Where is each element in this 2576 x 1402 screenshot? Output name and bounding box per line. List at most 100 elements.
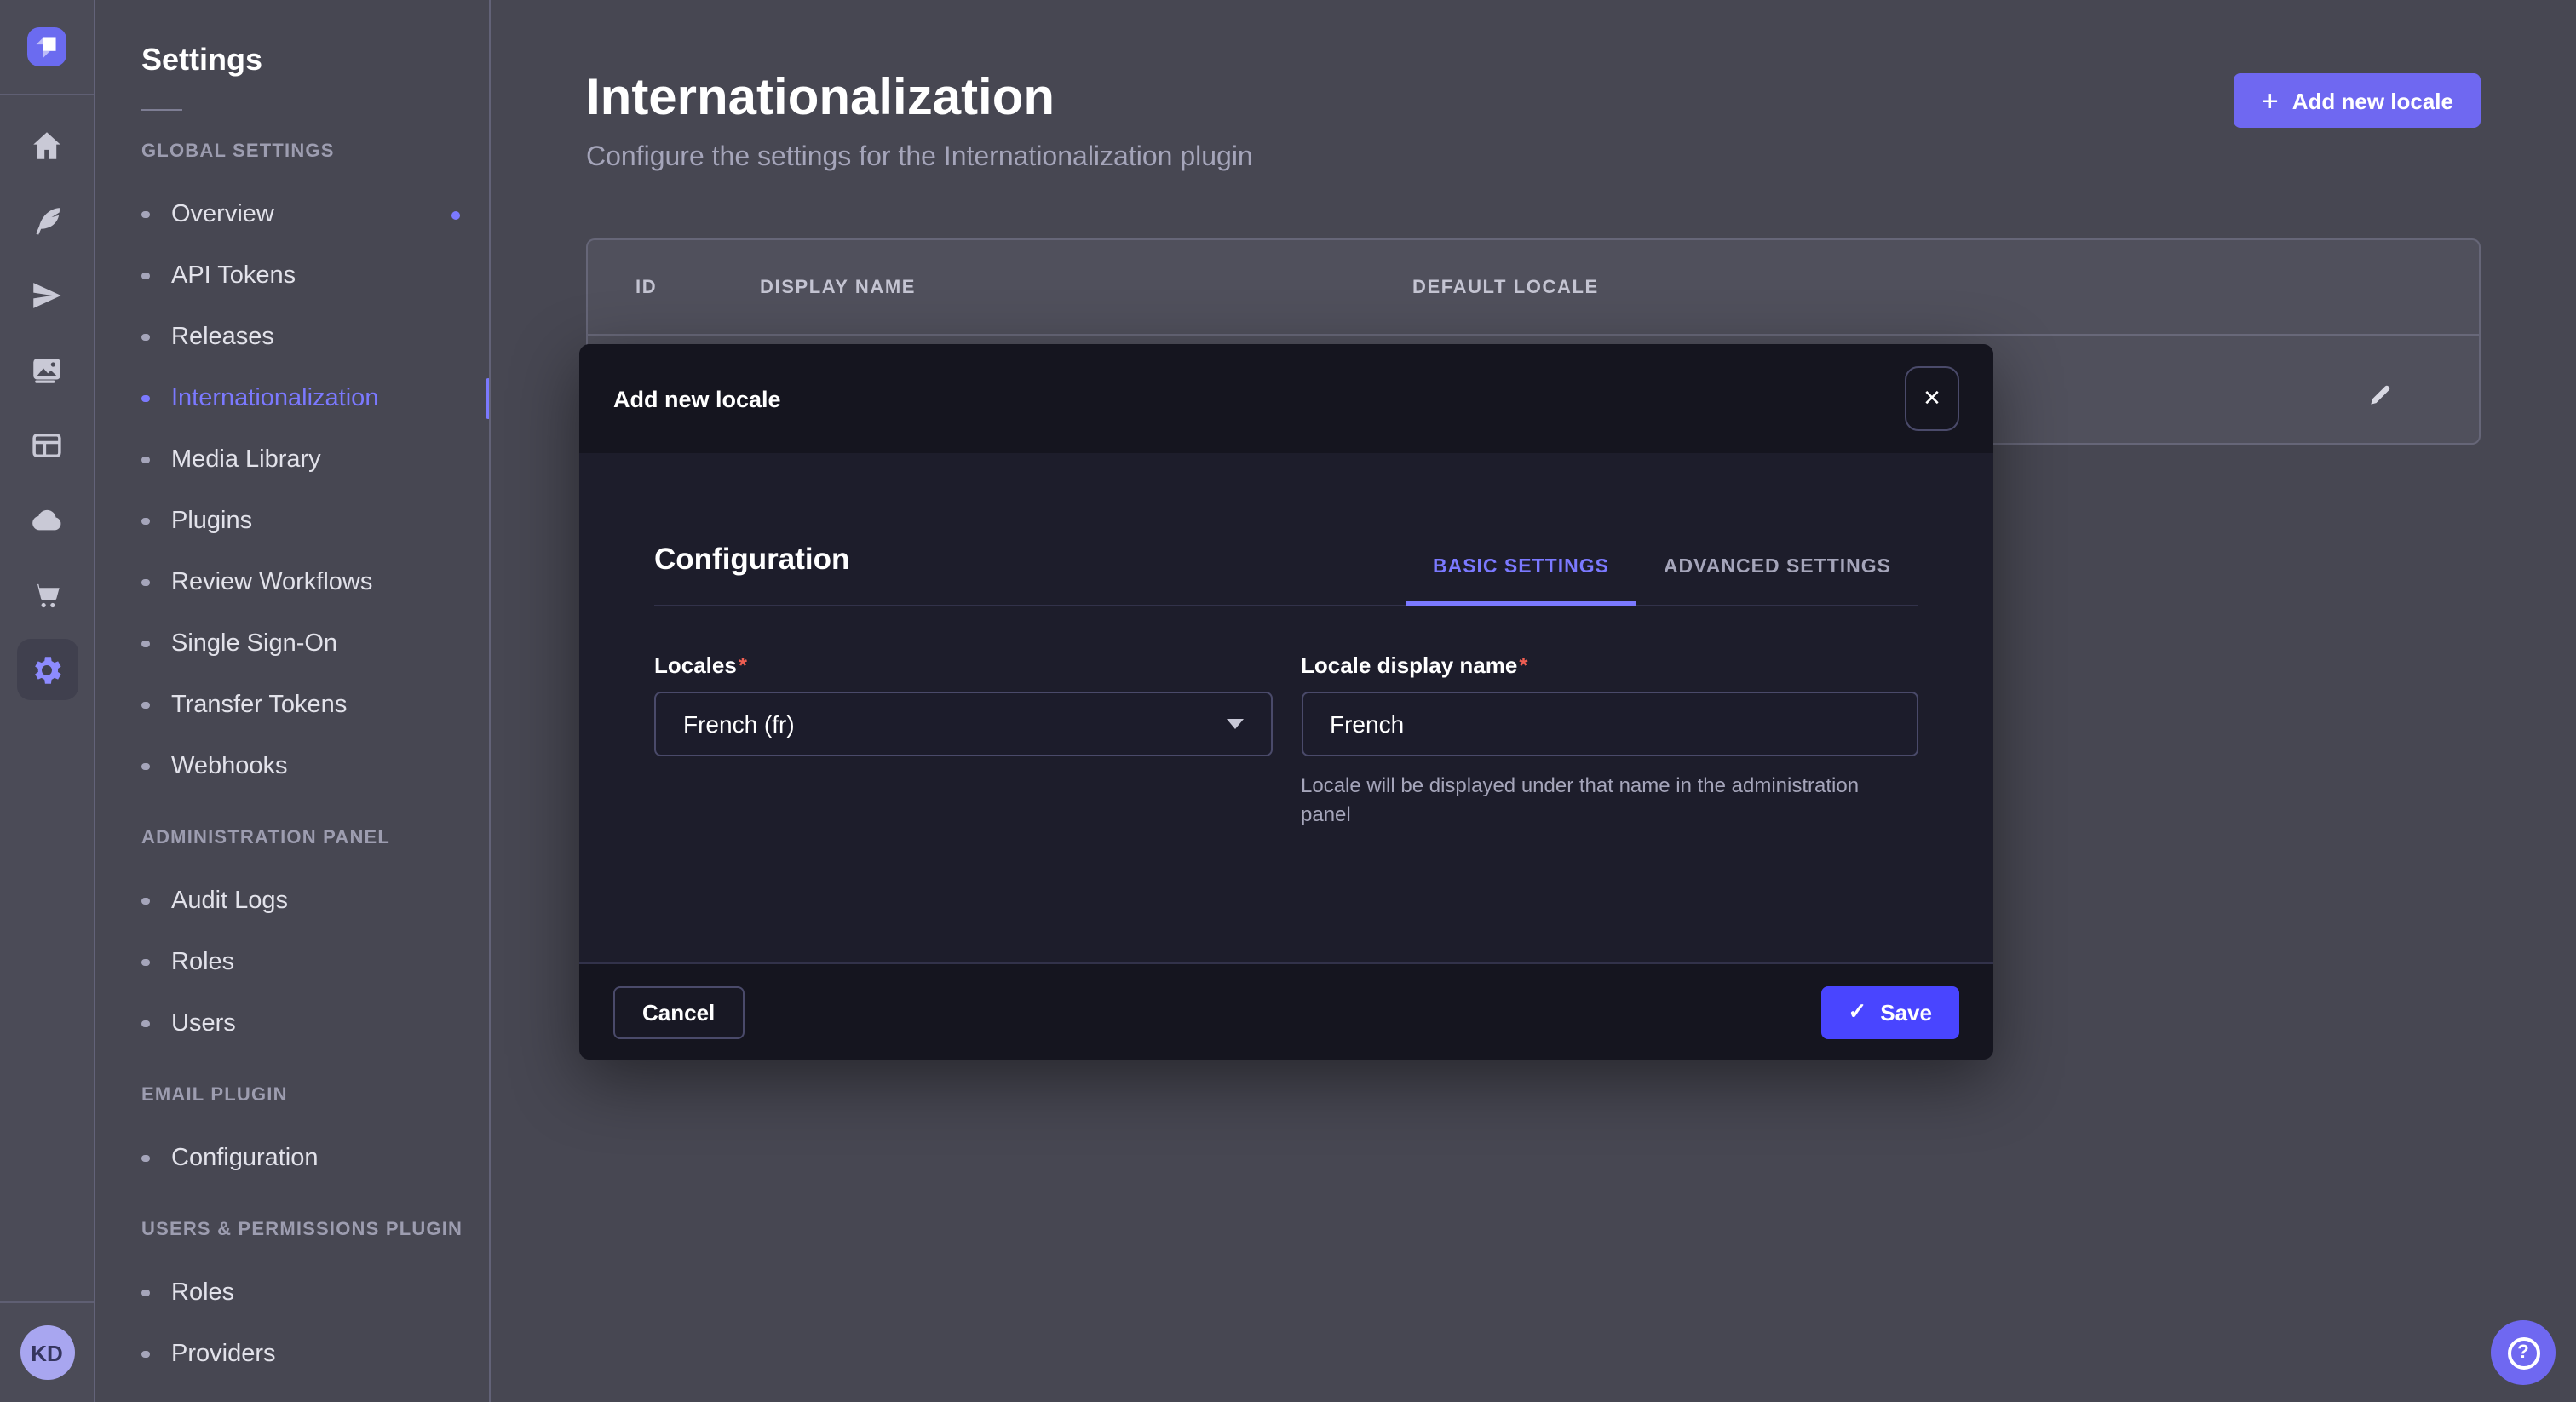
layout-window-icon[interactable]: [16, 414, 78, 475]
display-name-label: Locale display name*: [1301, 652, 1527, 678]
bullet-icon: [141, 273, 149, 280]
sidebar-item-webhooks[interactable]: Webhooks: [95, 736, 489, 797]
section-email-plugin: EMAIL PLUGIN Configuration: [95, 1083, 489, 1189]
bullet-icon: [141, 959, 149, 967]
sidebar-item-label: Overview: [171, 201, 274, 228]
bullet-icon: [141, 579, 149, 587]
media-images-icon[interactable]: [16, 339, 78, 400]
sidebar-item-label: Internationalization: [171, 385, 378, 412]
tab-advanced-settings[interactable]: ADVANCED SETTINGS: [1636, 557, 1918, 606]
close-icon[interactable]: ✕: [1905, 366, 1959, 431]
check-icon: ✓: [1848, 998, 1866, 1026]
modal-header: Add new locale ✕: [579, 344, 1993, 453]
sidebar-item-releases[interactable]: Releases: [95, 307, 489, 368]
sidebar-item-label: Releases: [171, 324, 274, 351]
locales-select-value: French (fr): [683, 710, 795, 738]
bullet-icon: [141, 1351, 149, 1359]
bullet-icon: [141, 1020, 149, 1028]
sidebar-item-label: Review Workflows: [171, 569, 372, 596]
required-asterisk: *: [1519, 652, 1527, 678]
bullet-icon: [141, 457, 149, 464]
section-header: GLOBAL SETTINGS: [141, 140, 489, 164]
edit-pencil-icon[interactable]: [2356, 373, 2404, 421]
sidebar-item-label: Transfer Tokens: [171, 692, 347, 719]
cancel-button[interactable]: Cancel: [613, 985, 744, 1038]
save-button[interactable]: ✓ Save: [1820, 985, 1959, 1038]
sidebar-item-label: Audit Logs: [171, 888, 288, 915]
locales-label: Locales*: [654, 652, 747, 678]
sidebar-item-audit-logs[interactable]: Audit Logs: [95, 871, 489, 932]
plus-icon: +: [2262, 86, 2279, 115]
column-header-default-locale: DEFAULT LOCALE: [1412, 277, 2479, 297]
sidebar-item-admin-roles[interactable]: Roles: [95, 932, 489, 993]
sidebar-item-media-library[interactable]: Media Library: [95, 429, 489, 491]
bullet-icon: [141, 1290, 149, 1297]
add-button-label: Add new locale: [2292, 88, 2453, 113]
add-new-locale-button[interactable]: + Add new locale: [2234, 73, 2481, 128]
bullet-icon: [141, 898, 149, 905]
sidebar-item-label: Webhooks: [171, 753, 288, 780]
chevron-down-icon: [1226, 719, 1243, 729]
display-name-field: Locale display name* Locale will be disp…: [1301, 651, 1918, 829]
column-header-display-name: DISPLAY NAME: [760, 277, 1412, 297]
display-name-input[interactable]: [1301, 692, 1918, 756]
modal-footer: Cancel ✓ Save: [579, 962, 1993, 1060]
modal-title: Add new locale: [613, 386, 781, 411]
send-plane-icon[interactable]: [16, 264, 78, 325]
display-name-hint: Locale will be displayed under that name…: [1301, 772, 1880, 829]
save-button-label: Save: [1880, 999, 1932, 1025]
page-title: Internationalization: [586, 68, 1253, 129]
section-header: ADMINISTRATION PANEL: [141, 826, 489, 850]
sidebar-item-label: Roles: [171, 949, 234, 976]
sidebar-item-overview[interactable]: Overview: [95, 184, 489, 245]
sidebar-item-label: Single Sign-On: [171, 630, 337, 658]
sidebar-item-admin-users[interactable]: Users: [95, 993, 489, 1054]
sidebar-item-plugins[interactable]: Plugins: [95, 491, 489, 552]
title-divider: [141, 109, 182, 111]
sidebar-item-label: Configuration: [171, 1145, 319, 1172]
configuration-title: Configuration: [654, 542, 849, 605]
required-asterisk: *: [739, 652, 747, 678]
rail-icon-nav: [0, 95, 94, 714]
nav-rail: KD: [0, 0, 95, 1402]
home-icon[interactable]: [16, 114, 78, 175]
settings-gear-icon[interactable]: [16, 639, 78, 700]
strapi-logo[interactable]: [27, 27, 66, 66]
add-new-locale-modal: Add new locale ✕ Configuration BASIC SET…: [579, 344, 1993, 1060]
sidebar-item-email-configuration[interactable]: Configuration: [95, 1128, 489, 1189]
marketplace-cart-icon[interactable]: [16, 564, 78, 625]
section-header: EMAIL PLUGIN: [141, 1083, 489, 1107]
sidebar-item-up-providers[interactable]: Providers: [95, 1324, 489, 1385]
rail-logo-area: [0, 0, 94, 95]
bullet-icon: [141, 1155, 149, 1163]
tab-basic-settings[interactable]: BASIC SETTINGS: [1406, 557, 1636, 606]
sidebar-title: Settings: [141, 37, 489, 82]
cloud-icon[interactable]: [16, 489, 78, 550]
user-avatar[interactable]: KD: [20, 1325, 74, 1380]
sidebar-item-up-roles[interactable]: Roles: [95, 1262, 489, 1324]
locales-field: Locales* French (fr): [654, 651, 1272, 829]
section-global-settings: GLOBAL SETTINGS Overview API Tokens Rele…: [95, 140, 489, 797]
sidebar-item-single-sign-on[interactable]: Single Sign-On: [95, 613, 489, 675]
section-administration-panel: ADMINISTRATION PANEL Audit Logs Roles Us…: [95, 826, 489, 1054]
bullet-icon: [141, 702, 149, 710]
configuration-header-row: Configuration BASIC SETTINGS ADVANCED SE…: [654, 453, 1918, 606]
page-subtitle: Configure the settings for the Internati…: [586, 143, 1253, 174]
content-feather-icon[interactable]: [16, 189, 78, 250]
modal-body: Configuration BASIC SETTINGS ADVANCED SE…: [579, 453, 1993, 962]
rail-user-area: KD: [0, 1301, 94, 1402]
sidebar-item-internationalization[interactable]: Internationalization: [95, 368, 489, 429]
bullet-icon: [141, 641, 149, 648]
sidebar-item-label: Providers: [171, 1341, 276, 1368]
sidebar-item-label: Plugins: [171, 508, 252, 535]
modal-fields: Locales* French (fr) Locale display name…: [654, 651, 1918, 829]
column-header-id: ID: [635, 277, 760, 297]
sidebar-item-label: Roles: [171, 1279, 234, 1307]
sidebar-item-review-workflows[interactable]: Review Workflows: [95, 552, 489, 613]
help-button[interactable]: ?: [2491, 1320, 2556, 1385]
locales-select[interactable]: French (fr): [654, 692, 1272, 756]
sidebar-item-transfer-tokens[interactable]: Transfer Tokens: [95, 675, 489, 736]
sidebar-item-api-tokens[interactable]: API Tokens: [95, 245, 489, 307]
bullet-icon: [141, 518, 149, 526]
section-users-permissions-plugin: USERS & PERMISSIONS PLUGIN Roles Provide…: [95, 1218, 489, 1385]
